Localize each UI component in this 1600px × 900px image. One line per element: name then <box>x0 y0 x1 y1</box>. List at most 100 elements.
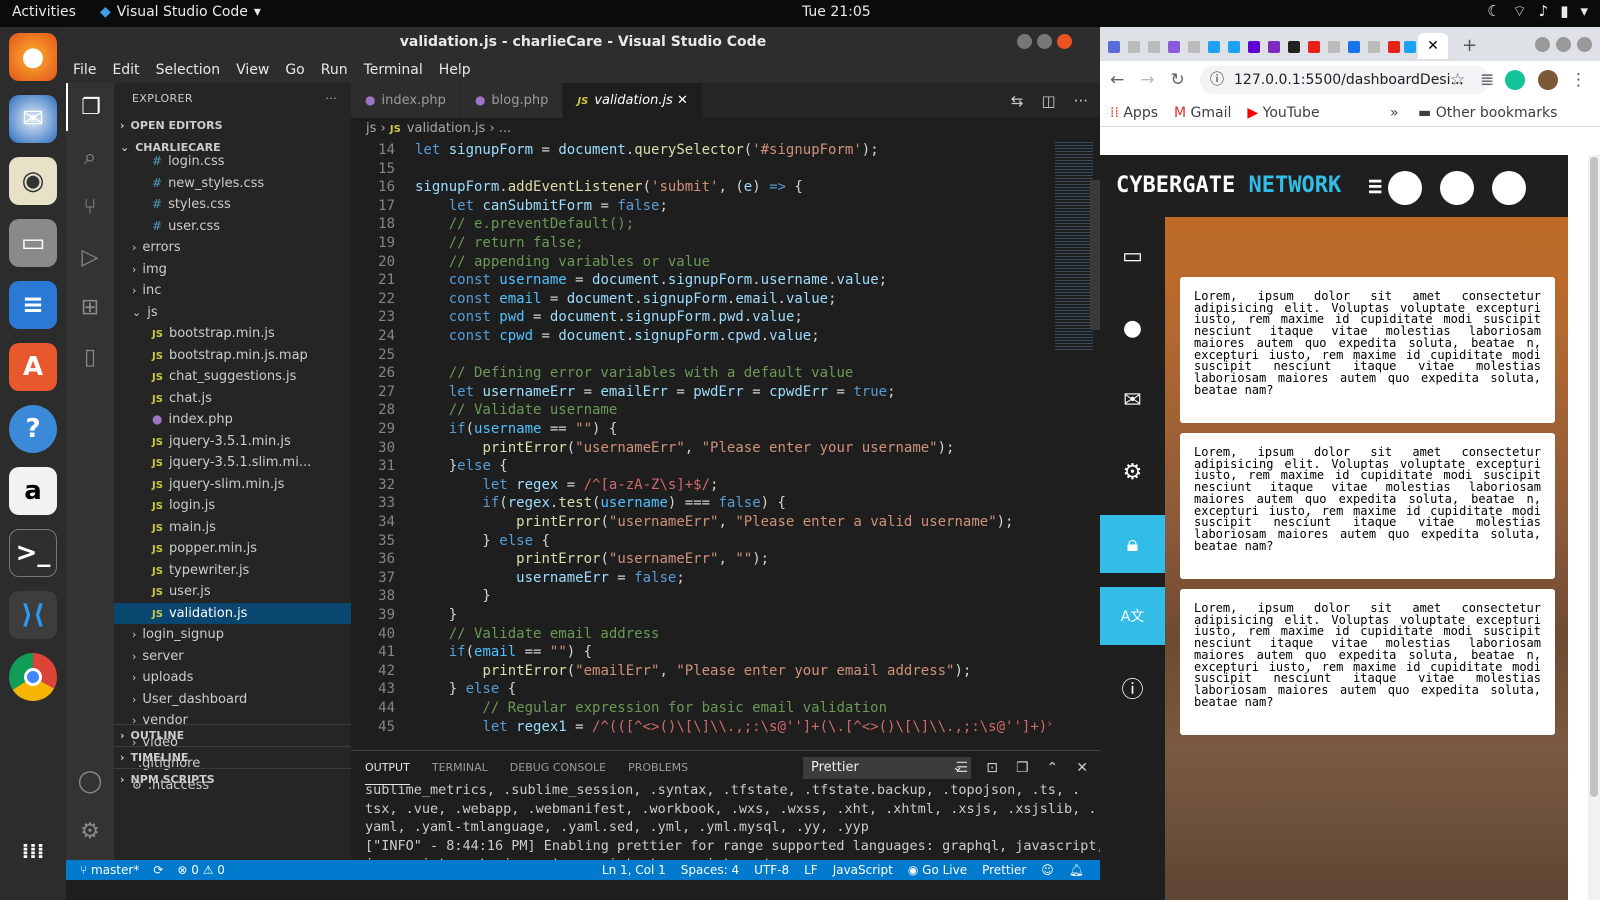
code-line[interactable]: if(username == "") { <box>415 421 618 437</box>
page-scrollbar[interactable] <box>1588 155 1600 900</box>
panel-tab-output[interactable]: OUTPUT <box>365 751 410 785</box>
panel-tab-terminal[interactable]: TERMINAL <box>432 751 488 785</box>
code-line[interactable]: // e.preventDefault(); <box>415 216 634 232</box>
writer-icon[interactable]: ≡ <box>9 281 57 329</box>
menu-edit[interactable]: Edit <box>112 57 139 83</box>
code-line[interactable]: const cpwd = document.signupForm.cpwd.va… <box>415 328 820 344</box>
tab-favicon-icon[interactable] <box>1228 41 1240 53</box>
code-line[interactable]: usernameErr = false; <box>415 570 685 586</box>
hamburger-menu-icon[interactable]: ≡ <box>1368 155 1382 217</box>
explorer-item[interactable]: ⌄ js <box>114 302 351 324</box>
cursor-position[interactable]: Ln 1, Col 1 <box>602 860 666 880</box>
menu-terminal[interactable]: Terminal <box>364 57 423 83</box>
code-line[interactable]: } <box>415 607 457 623</box>
activities-button[interactable]: Activities <box>12 4 76 20</box>
info-icon[interactable]: ⓘ <box>1100 659 1165 717</box>
explorer-item[interactable]: › server <box>114 646 351 668</box>
close-panel-icon[interactable]: ✕ <box>1076 751 1088 785</box>
code-line[interactable]: // return false; <box>415 235 584 251</box>
notifications-icon[interactable]: 🔔︎ <box>1069 860 1084 880</box>
breadcrumb-symbol[interactable]: ... <box>499 121 511 136</box>
outline-section[interactable]: › OUTLINE <box>114 724 351 746</box>
page-scrollbar-thumb[interactable] <box>1590 157 1598 797</box>
tab-index-php[interactable]: ● index.php <box>351 83 461 118</box>
reading-list-icon[interactable]: ≣ <box>1480 70 1494 90</box>
prettier-status[interactable]: Prettier <box>982 860 1026 880</box>
tab-favicon-icon[interactable] <box>1148 41 1160 53</box>
explorer-item[interactable]: JS typewriter.js <box>114 560 351 582</box>
tab-favicon-icon[interactable] <box>1368 41 1380 53</box>
other-bookmarks[interactable]: ▬ Other bookmarks <box>1418 105 1557 121</box>
tab-favicon-icon[interactable] <box>1128 41 1140 53</box>
extensions-icon[interactable]: ⊞ <box>66 283 114 331</box>
system-tray[interactable]: ☾ ⌔ ♪ ▮ ▾ <box>1487 2 1588 21</box>
software-icon[interactable]: A <box>9 343 57 391</box>
maximize-button[interactable] <box>1037 34 1052 49</box>
search-icon[interactable] <box>1388 171 1422 205</box>
explorer-item[interactable]: JS validation.js <box>114 602 351 624</box>
tab-favicon-icon[interactable] <box>1168 41 1180 53</box>
app-menu[interactable]: ◆ Visual Studio Code ▾ <box>100 4 261 20</box>
tab-favicon-icon[interactable] <box>1188 41 1200 53</box>
explorer-item[interactable]: JS bootstrap.min.js.map <box>114 345 351 367</box>
remote-explorer-icon[interactable]: ▯ <box>66 333 114 381</box>
explorer-item[interactable]: JS main.js <box>114 517 351 539</box>
user-icon[interactable]: ● <box>1100 299 1165 357</box>
search-icon[interactable]: ⌕ <box>66 133 114 181</box>
bell-icon[interactable] <box>1440 171 1474 205</box>
code-line[interactable]: } else { <box>415 533 549 549</box>
mail-icon[interactable]: ✉ <box>1100 371 1165 429</box>
more-actions-icon[interactable]: ··· <box>1074 92 1088 110</box>
bookmark-youtube[interactable]: ▶ YouTube <box>1247 105 1319 121</box>
output-channel-select[interactable]: Prettier ⌄ <box>803 757 971 779</box>
bookmark-gmail[interactable]: M Gmail <box>1174 105 1231 121</box>
info-icon[interactable]: ⓘ <box>1210 66 1224 94</box>
translate-icon[interactable]: A文 <box>1100 587 1165 645</box>
reload-icon[interactable]: ↻ <box>1171 70 1185 90</box>
code-line[interactable]: } <box>415 588 490 604</box>
menu-go[interactable]: Go <box>285 57 304 83</box>
bookmark-apps[interactable]: ⁞⁞ Apps <box>1110 105 1158 121</box>
encoding[interactable]: UTF-8 <box>754 860 789 880</box>
code-line[interactable]: let regex = /^[a-zA-Z\s]+$/; <box>415 477 718 493</box>
maximize-panel-icon[interactable]: ⌃ <box>1047 751 1059 785</box>
new-tab-icon[interactable]: + <box>1462 35 1477 56</box>
address-bar[interactable]: ⓘ 127.0.0.1:5500/dashboardDesi... <box>1200 66 1490 94</box>
power-icon[interactable] <box>1492 171 1526 205</box>
monitor-icon[interactable]: ▭ <box>1100 227 1165 285</box>
explorer-item[interactable]: › User_dashboard <box>114 689 351 711</box>
minimize-button[interactable] <box>1017 34 1032 49</box>
chrome-menu-icon[interactable]: ⋮ <box>1570 70 1587 90</box>
menu-help[interactable]: Help <box>439 57 471 83</box>
explorer-item[interactable]: › uploads <box>114 667 351 689</box>
compare-icon[interactable]: ⇆ <box>1011 92 1024 110</box>
menu-selection[interactable]: Selection <box>156 57 221 83</box>
code-line[interactable]: if(email == "") { <box>415 644 592 660</box>
code-line[interactable]: } else { <box>415 681 516 697</box>
tab-favicon-icon[interactable] <box>1248 41 1260 53</box>
language-mode[interactable]: JavaScript <box>833 860 893 880</box>
panel-tab-problems[interactable]: PROBLEMS <box>628 751 688 785</box>
minimize-button[interactable] <box>1535 37 1550 52</box>
code-line[interactable]: if(regex.test(username) === false) { <box>415 495 786 511</box>
lock-icon[interactable]: 🔒︎ <box>1100 515 1165 573</box>
menu-view[interactable]: View <box>236 57 269 83</box>
explorer-item[interactable]: JS bootstrap.min.js <box>114 323 351 345</box>
tab-favicon-icon[interactable] <box>1108 41 1120 53</box>
rhythmbox-icon[interactable]: ◉ <box>9 157 57 205</box>
branch-status[interactable]: ⑂ master* <box>80 860 139 880</box>
explorer-item[interactable]: # new_styles.css <box>114 173 351 195</box>
code-line[interactable]: let signupForm = document.querySelector(… <box>415 142 879 158</box>
code-line[interactable]: // Validate username <box>415 402 618 418</box>
explorer-item[interactable]: # styles.css <box>114 194 351 216</box>
grammarly-icon[interactable] <box>1505 70 1525 90</box>
explorer-item[interactable]: ● index.php <box>114 409 351 431</box>
code-line[interactable]: signupForm.addEventListener('submit', (e… <box>415 179 803 195</box>
vscode-icon[interactable]: ⟩⟨ <box>9 591 57 639</box>
code-line[interactable]: // Validate email address <box>415 626 660 642</box>
code-line[interactable]: printError("usernameErr", "Please enter … <box>415 440 954 456</box>
open-editors-section[interactable]: › OPEN EDITORS <box>114 115 351 137</box>
tab-favicon-icon[interactable] <box>1208 41 1220 53</box>
explorer-item[interactable]: JS jquery-slim.min.js <box>114 474 351 496</box>
close-button[interactable] <box>1057 34 1072 49</box>
